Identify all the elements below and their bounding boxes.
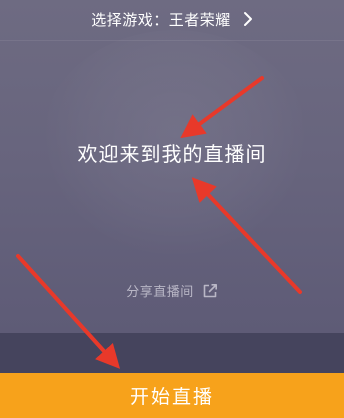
welcome-title: 欢迎来到我的直播间 [77, 142, 267, 166]
live-setup-screen: 选择游戏：王者荣耀 欢迎来到我的直播间 分享直播间 开始直播 [0, 0, 344, 418]
share-label: 分享直播间 [126, 285, 194, 300]
start-live-button[interactable]: 开始直播 [0, 373, 344, 418]
game-select-label: 选择游戏：王者荣耀 [91, 10, 231, 29]
share-room-button[interactable]: 分享直播间 [0, 281, 344, 300]
header-divider [0, 40, 344, 41]
game-select-button[interactable]: 选择游戏：王者荣耀 [0, 6, 344, 32]
bottom-band [0, 333, 344, 373]
chevron-right-icon [243, 11, 253, 27]
share-external-icon [202, 283, 218, 299]
